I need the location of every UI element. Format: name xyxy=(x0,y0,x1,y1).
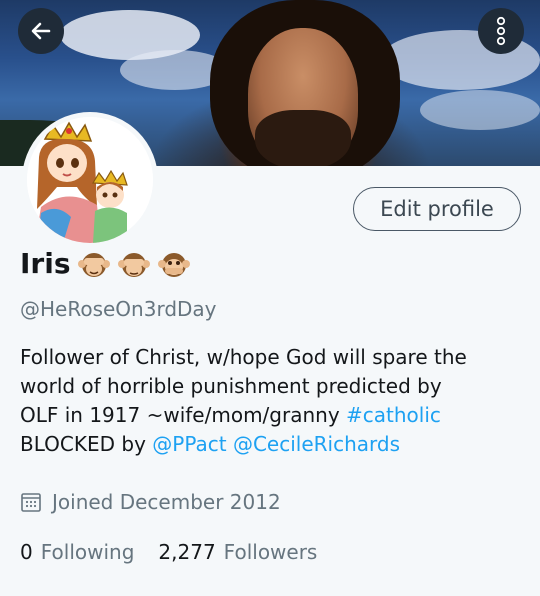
avatar[interactable] xyxy=(22,112,158,248)
mention-link[interactable]: @CecileRichards xyxy=(233,432,400,456)
mention-link[interactable]: @PPact xyxy=(152,432,226,456)
bio-text: OLF in 1917 ~wife/mom/granny xyxy=(20,403,347,427)
followers-count: 2,277 xyxy=(158,540,216,564)
more-options-button[interactable] xyxy=(478,8,524,54)
see-no-evil-monkey-icon xyxy=(117,252,150,277)
following-count: 0 xyxy=(20,540,33,564)
bio-text: world of horrible punishment predicted b… xyxy=(20,374,442,398)
arrow-left-icon xyxy=(31,22,51,40)
profile-handle: @HeRoseOn3rdDay xyxy=(20,297,217,321)
avatar-illustration xyxy=(27,117,153,243)
profile-name: Iris xyxy=(20,247,71,280)
followers-label: Followers xyxy=(223,540,318,564)
see-no-evil-monkey-icon xyxy=(77,252,110,277)
edit-profile-button[interactable]: Edit profile xyxy=(353,187,521,231)
vertical-dots-icon xyxy=(496,16,506,46)
profile-bio: Follower of Christ, w/hope God will spar… xyxy=(20,343,525,459)
following-label: Following xyxy=(40,540,135,564)
speak-no-evil-monkey-icon xyxy=(157,252,190,277)
bio-text: BLOCKED by xyxy=(20,432,153,456)
joined-label: Joined December 2012 xyxy=(52,490,281,514)
back-button[interactable] xyxy=(18,8,64,54)
hashtag-link[interactable]: #catholic xyxy=(346,403,441,427)
following-link[interactable]: 0 Following xyxy=(20,540,134,564)
profile-name-row: Iris xyxy=(20,247,191,280)
joined-date: Joined December 2012 xyxy=(20,490,281,514)
calendar-icon xyxy=(21,493,41,512)
profile-stats: 0 Following 2,277 Followers xyxy=(20,540,341,564)
bio-text: Follower of Christ, w/hope God will spar… xyxy=(20,345,467,369)
followers-link[interactable]: 2,277 Followers xyxy=(158,540,317,564)
